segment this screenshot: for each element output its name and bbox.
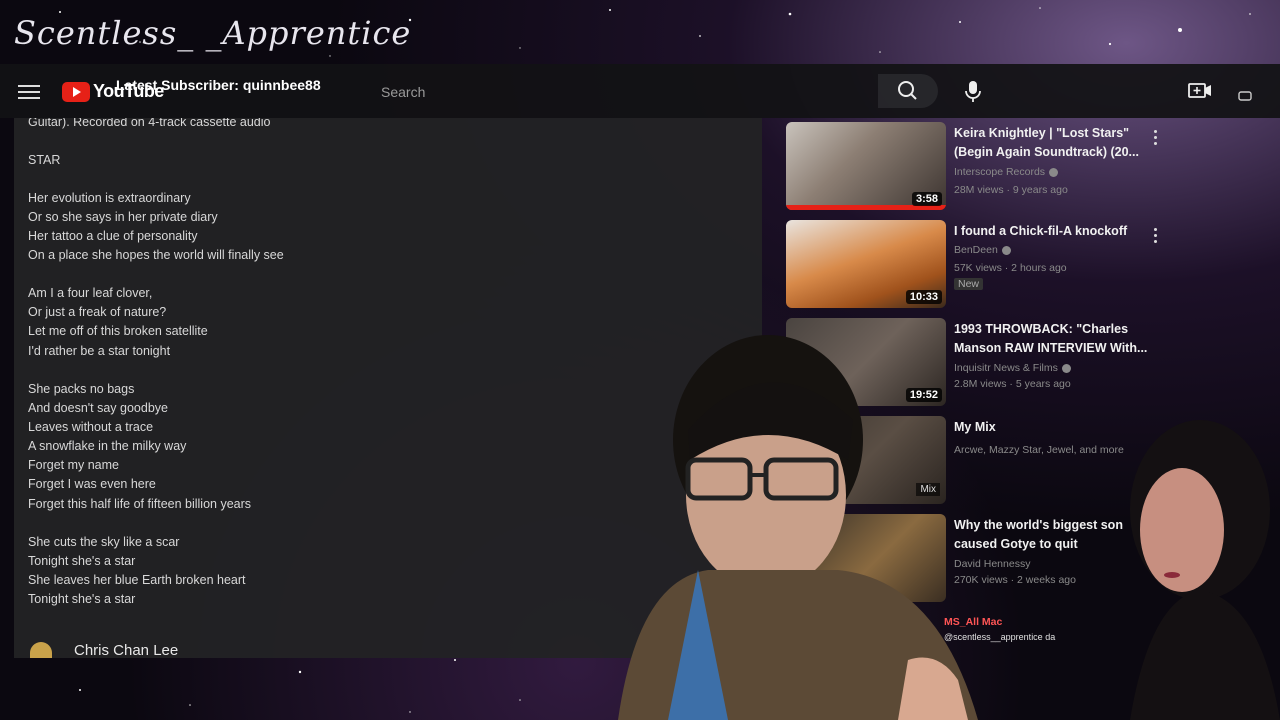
video-title[interactable]: Keira Knightley | "Lost Stars" (Begin Ag… <box>954 124 1154 162</box>
more-options-icon[interactable] <box>1154 228 1158 244</box>
comment-author[interactable]: Chris Chan Lee <box>74 642 178 659</box>
more-options-icon[interactable] <box>1154 130 1158 146</box>
verified-icon <box>1001 245 1011 255</box>
new-badge: New <box>954 278 984 290</box>
description-line: Or just a freak of nature? <box>28 305 167 319</box>
create-video-icon <box>1188 83 1211 98</box>
chat-username: MS_All Mac <box>944 616 1003 628</box>
channel-name[interactable]: Interscope Records <box>954 166 1059 178</box>
related-video-item[interactable]: 3:58 Keira Knightley | "Lost Stars" (Beg… <box>784 118 1264 210</box>
search-button[interactable] <box>878 74 938 108</box>
video-thumbnail[interactable]: 3:58 <box>786 122 946 210</box>
video-duration: 10:33 <box>905 290 942 304</box>
channel-name-text: Interscope Records <box>954 166 1046 178</box>
channel-name[interactable]: BenDeen <box>954 244 1011 256</box>
video-duration: 3:58 <box>911 192 942 206</box>
description-line: I'd rather be a star tonight <box>28 344 171 358</box>
description-line: A snowflake in the milky way <box>28 439 187 453</box>
stream-chat-overlay: MS_All Mac @scentless__apprentice da <box>944 616 1164 642</box>
description-line: She leaves her blue Earth broken heart <box>28 573 246 587</box>
description-line: Tonight she's a star <box>28 554 136 568</box>
related-video-item[interactable]: 10:33 I found a Chick-fil-A knockoff Ben… <box>784 216 1264 308</box>
streamer-webcam <box>578 320 1038 720</box>
verified-icon <box>1061 363 1071 373</box>
create-button[interactable] <box>1186 78 1214 104</box>
chat-message: @scentless__apprentice da <box>944 632 1056 642</box>
latest-subscriber-overlay: Latest Subscriber: quinnbee88 <box>116 77 321 93</box>
avatar[interactable] <box>30 642 52 658</box>
verified-icon <box>1049 167 1059 177</box>
hamburger-menu-icon[interactable] <box>18 81 40 101</box>
description-line: Her tattoo a clue of personality <box>28 229 198 243</box>
search-icon <box>898 81 917 100</box>
description-line: Forget I was even here <box>28 477 156 491</box>
video-thumbnail[interactable]: 10:33 <box>786 220 946 308</box>
stream-overlay-title: Scentless_ _Apprentice <box>14 14 412 52</box>
description-line: Forget this half life of fifteen billion… <box>28 497 252 511</box>
description-line: She cuts the sky like a scar <box>28 535 180 549</box>
youtube-topbar: YouTube Latest Subscriber: quinnbee88 <box>0 64 1280 118</box>
video-stats: 28M views · 9 years ago <box>954 184 1068 196</box>
video-stats: 57K views · 2 hours ago <box>954 262 1067 274</box>
description-line: Leaves without a trace <box>28 420 154 434</box>
description-line: STAR <box>28 153 61 167</box>
microphone-icon <box>965 81 981 102</box>
search-input[interactable] <box>370 75 888 109</box>
description-line: Or so she says in her private diary <box>28 210 218 224</box>
description-line: She packs no bags <box>28 382 135 396</box>
description-line: And doesn't say goodbye <box>28 401 168 415</box>
video-title[interactable]: I found a Chick-fil-A knockoff <box>954 222 1154 241</box>
description-line: Her evolution is extraordinary <box>28 191 191 205</box>
description-line: Forget my name <box>28 458 120 472</box>
description-line: Am I a four leaf clover, <box>28 286 153 300</box>
description-line: Guitar). Recorded on 4-track cassette au… <box>28 118 271 129</box>
description-line: Tonight she's a star <box>28 592 136 606</box>
corner-sparkle-icon <box>1238 91 1252 101</box>
channel-name-text: BenDeen <box>954 244 998 256</box>
youtube-play-icon <box>62 81 90 102</box>
guest-webcam <box>1110 410 1280 720</box>
description-line: On a place she hopes the world will fina… <box>28 248 284 262</box>
voice-search-button[interactable] <box>956 74 990 108</box>
description-line: Let me off of this broken satellite <box>28 324 208 338</box>
